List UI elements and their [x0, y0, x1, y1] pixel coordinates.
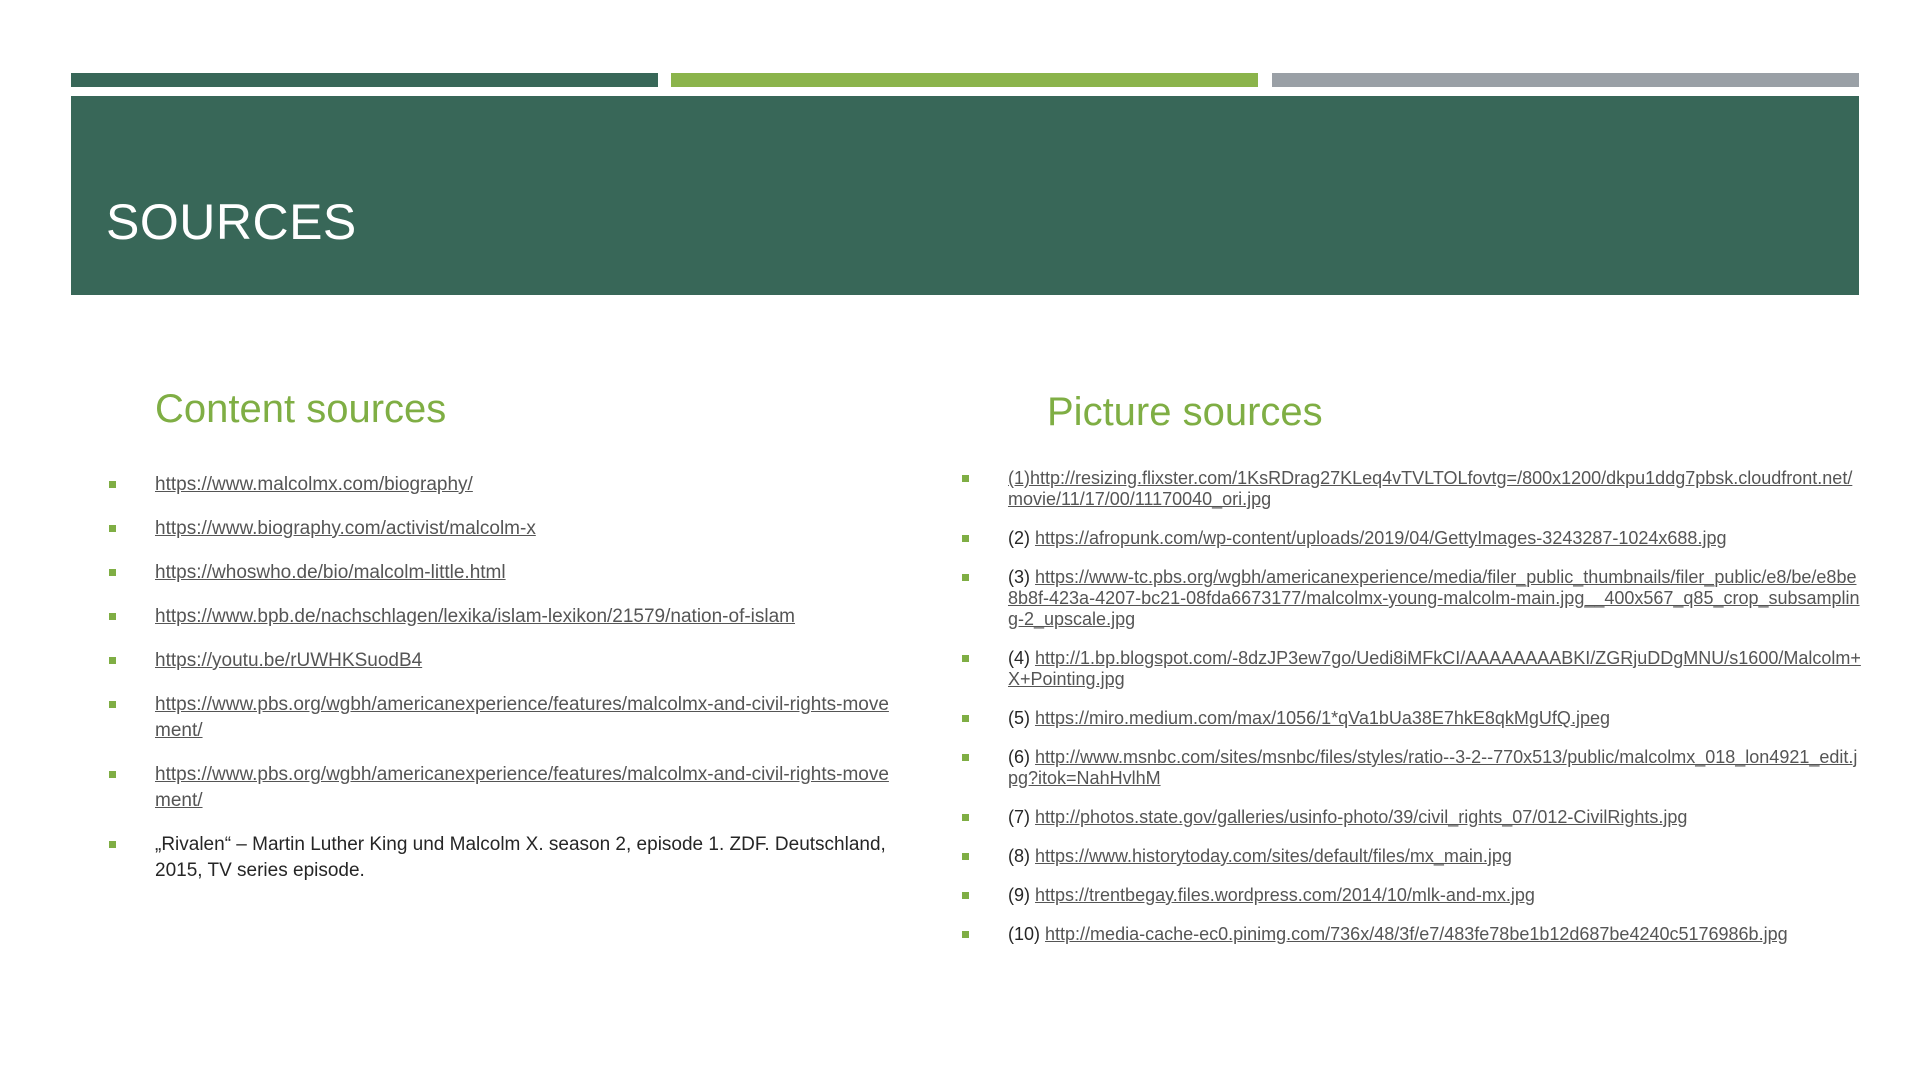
list-item: https://whoswho.de/bio/malcolm-little.ht… — [109, 560, 895, 586]
accent-bar-dark-green — [71, 73, 658, 87]
content-source-link-4[interactable]: https://www.bpb.de/nachschlagen/lexika/i… — [155, 606, 795, 627]
content-sources-list: https://www.malcolmx.com/biography/ http… — [109, 472, 895, 902]
source-number: (9) — [1008, 885, 1030, 905]
picture-source-link-5[interactable]: https://miro.medium.com/max/1056/1*qVa1b… — [1035, 708, 1610, 728]
list-item: (4) http://1.bp.blogspot.com/-8dzJP3ew7g… — [962, 648, 1866, 690]
list-item: https://www.bpb.de/nachschlagen/lexika/i… — [109, 604, 895, 630]
list-item: (10) http://media-cache-ec0.pinimg.com/7… — [962, 924, 1866, 945]
list-item: https://www.pbs.org/wgbh/americanexperie… — [109, 692, 895, 744]
list-item: (6) http://www.msnbc.com/sites/msnbc/fil… — [962, 747, 1866, 789]
accent-bar-lime — [671, 73, 1258, 87]
source-number: (7) — [1008, 807, 1030, 827]
picture-sources-list: (1)http://resizing.flixster.com/1KsRDrag… — [962, 468, 1866, 963]
list-item: (1)http://resizing.flixster.com/1KsRDrag… — [962, 468, 1866, 510]
picture-source-link-7[interactable]: http://photos.state.gov/galleries/usinfo… — [1035, 807, 1687, 827]
source-number: (2) — [1008, 528, 1030, 548]
list-item: (7) http://photos.state.gov/galleries/us… — [962, 807, 1866, 828]
picture-source-link-2[interactable]: https://afropunk.com/wp-content/uploads/… — [1035, 528, 1726, 548]
content-source-link-3[interactable]: https://whoswho.de/bio/malcolm-little.ht… — [155, 562, 506, 583]
list-item: (2) https://afropunk.com/wp-content/uplo… — [962, 528, 1866, 549]
accent-bar-gray — [1272, 73, 1859, 87]
list-item: https://www.malcolmx.com/biography/ — [109, 472, 895, 498]
list-item: https://www.pbs.org/wgbh/americanexperie… — [109, 762, 895, 814]
content-sources-heading: Content sources — [155, 387, 447, 431]
list-item: (8) https://www.historytoday.com/sites/d… — [962, 846, 1866, 867]
source-number: (4) — [1008, 648, 1030, 668]
tv-citation: „Rivalen“ – Martin Luther King und Malco… — [109, 832, 895, 884]
list-item: (3) https://www-tc.pbs.org/wgbh/american… — [962, 567, 1866, 630]
title-band: SOURCES — [71, 96, 1859, 295]
content-source-link-2[interactable]: https://www.biography.com/activist/malco… — [155, 518, 536, 539]
picture-source-link-4[interactable]: http://1.bp.blogspot.com/-8dzJP3ew7go/Ue… — [1008, 648, 1861, 689]
picture-source-link-6[interactable]: http://www.msnbc.com/sites/msnbc/files/s… — [1008, 747, 1857, 788]
picture-sources-heading: Picture sources — [1047, 390, 1323, 434]
source-number: (6) — [1008, 747, 1030, 767]
picture-source-link-10[interactable]: http://media-cache-ec0.pinimg.com/736x/4… — [1045, 924, 1788, 944]
content-source-link-5[interactable]: https://youtu.be/rUWHKSuodB4 — [155, 650, 422, 671]
picture-source-link-3[interactable]: https://www-tc.pbs.org/wgbh/americanexpe… — [1008, 567, 1860, 629]
slide-title: SOURCES — [106, 194, 357, 250]
source-number: (10) — [1008, 924, 1041, 944]
list-item: (9) https://trentbegay.files.wordpress.c… — [962, 885, 1866, 906]
list-item: https://youtu.be/rUWHKSuodB4 — [109, 648, 895, 674]
picture-source-link-9[interactable]: https://trentbegay.files.wordpress.com/2… — [1035, 885, 1535, 905]
content-source-link-1[interactable]: https://www.malcolmx.com/biography/ — [155, 474, 473, 495]
content-source-link-6[interactable]: https://www.pbs.org/wgbh/americanexperie… — [155, 694, 889, 741]
picture-source-link-8[interactable]: https://www.historytoday.com/sites/defau… — [1035, 846, 1512, 866]
source-number: (5) — [1008, 708, 1030, 728]
list-item: (5) https://miro.medium.com/max/1056/1*q… — [962, 708, 1866, 729]
source-number: (3) — [1008, 567, 1030, 587]
list-item: https://www.biography.com/activist/malco… — [109, 516, 895, 542]
content-source-link-7[interactable]: https://www.pbs.org/wgbh/americanexperie… — [155, 764, 889, 811]
picture-source-link-1[interactable]: (1)http://resizing.flixster.com/1KsRDrag… — [1008, 468, 1852, 509]
source-number: (8) — [1008, 846, 1030, 866]
